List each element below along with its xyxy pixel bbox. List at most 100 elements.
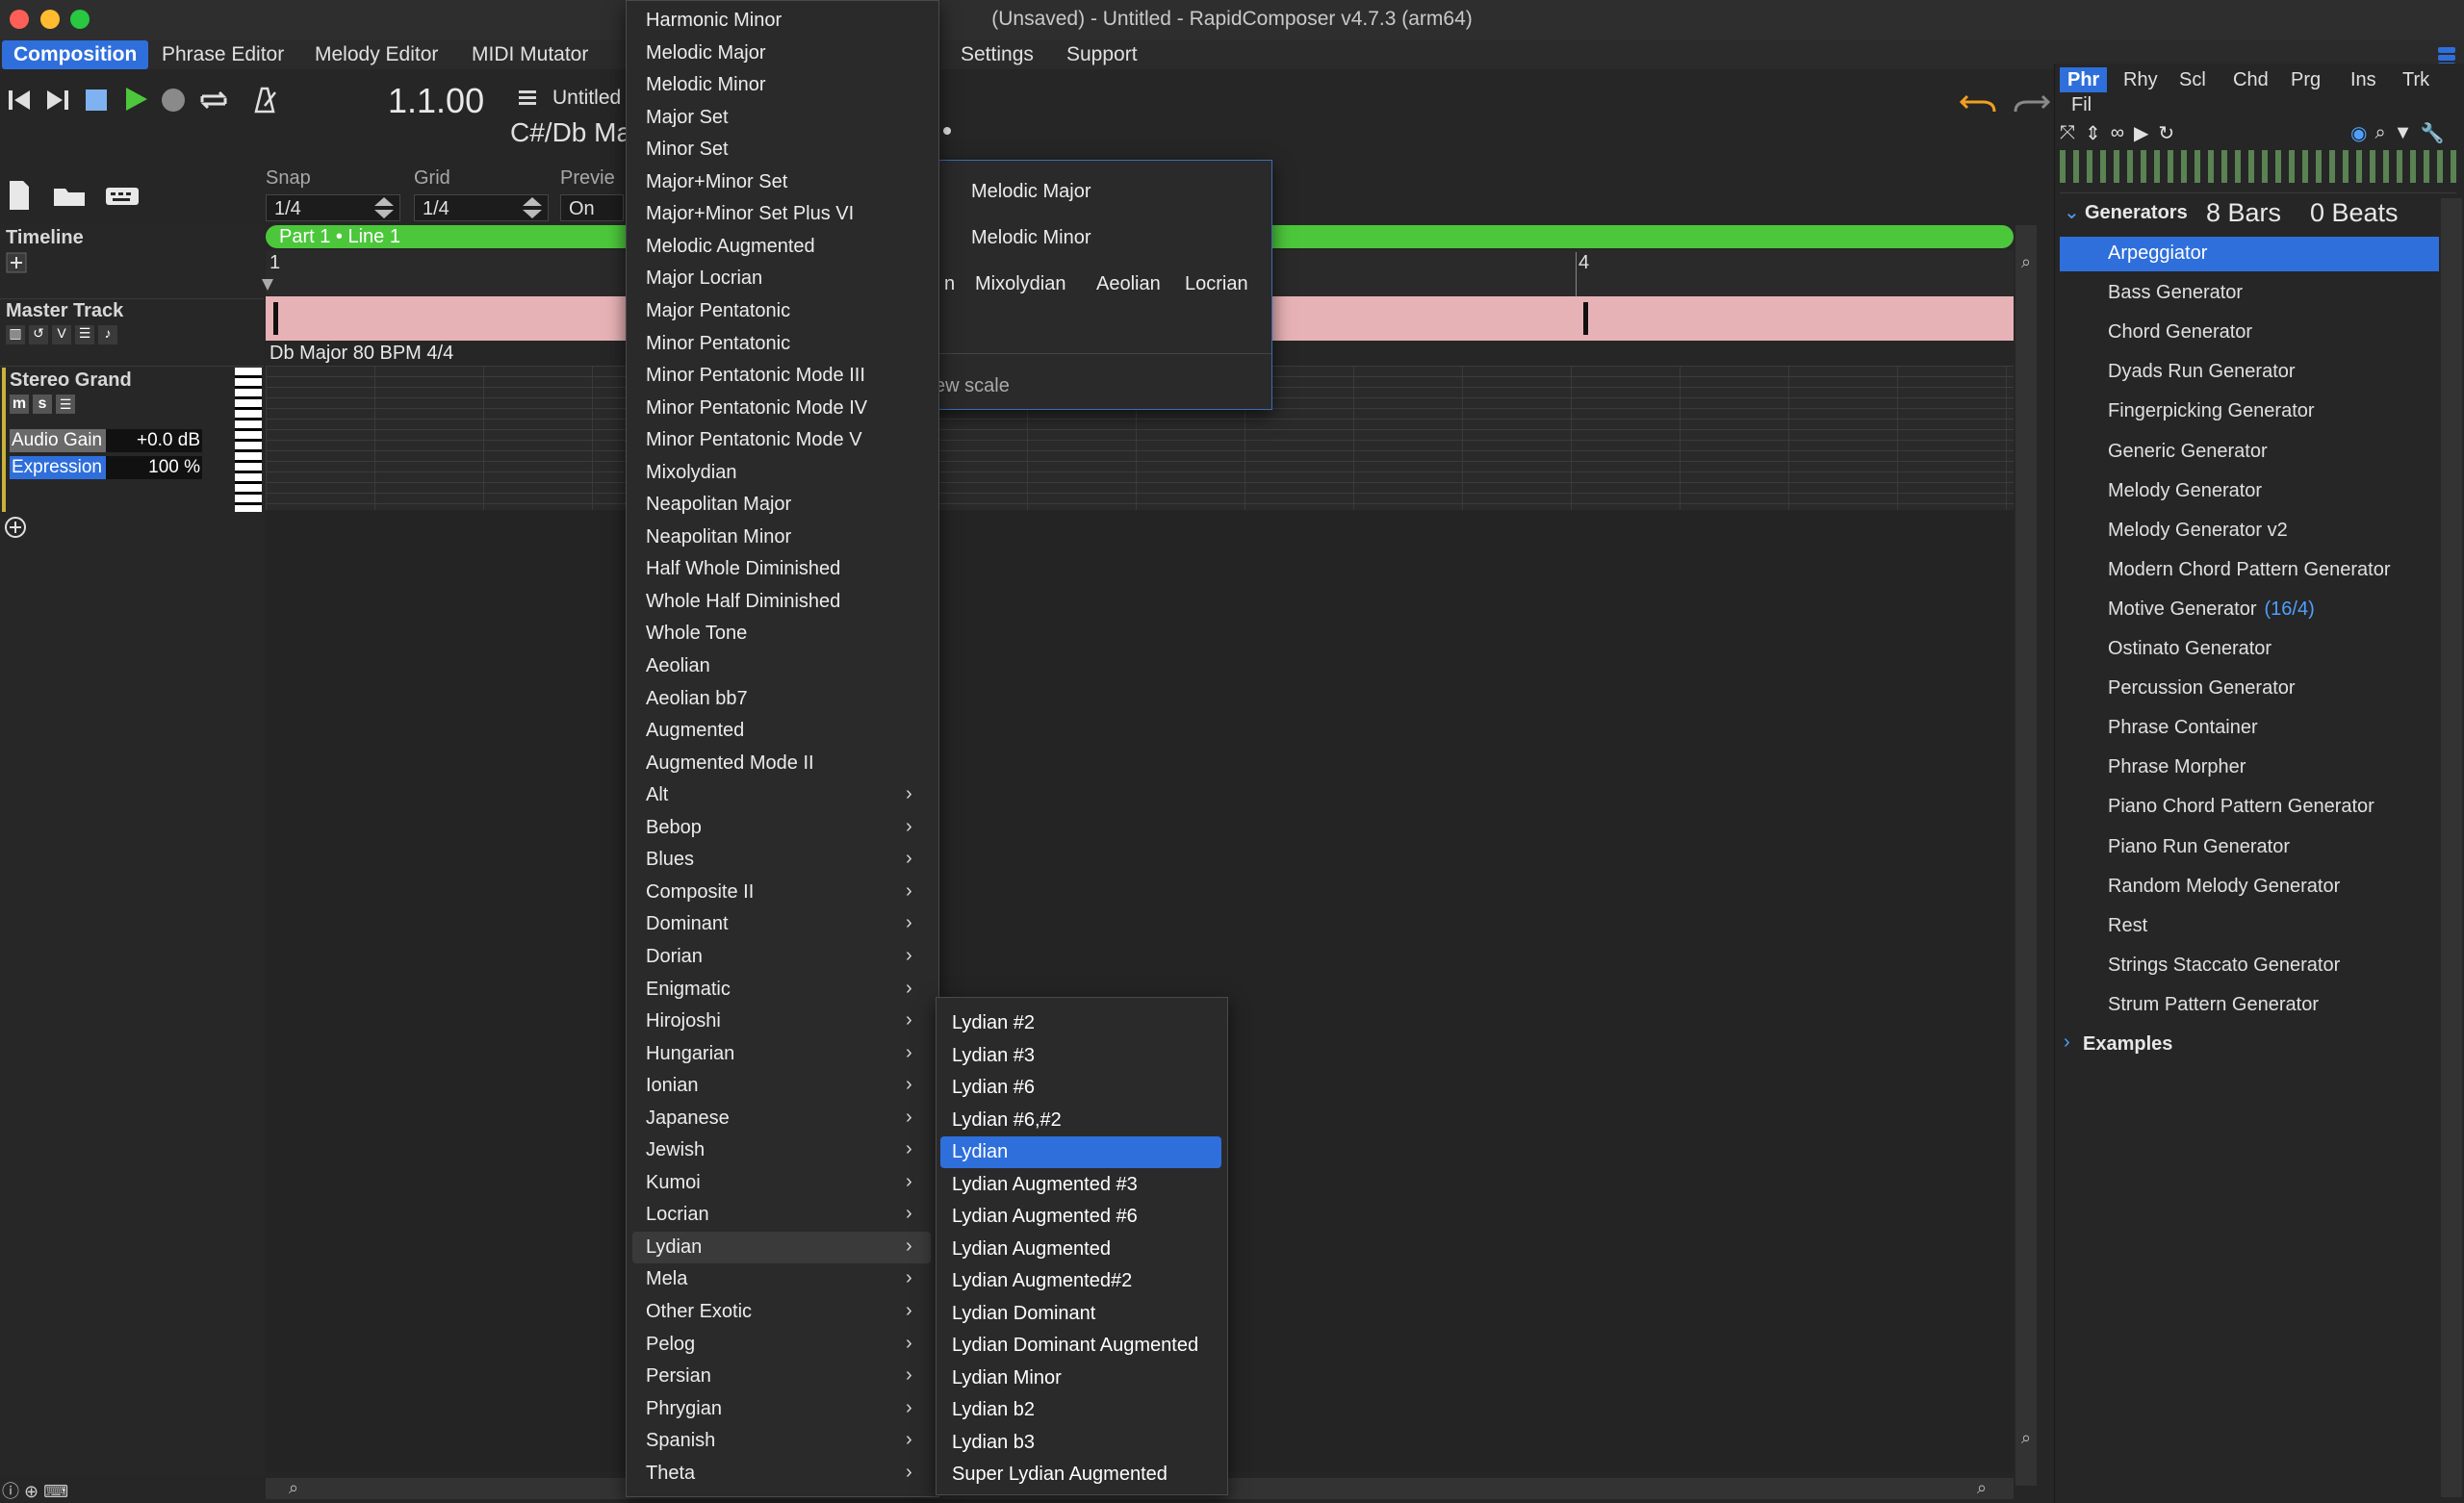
scale-menu-item-pelog[interactable]: Pelog	[646, 1329, 695, 1361]
expand-icon[interactable]: ⇕	[2085, 121, 2101, 145]
generators-label[interactable]: Generators	[2085, 202, 2188, 224]
scale-menu-item-melodic-major[interactable]: Melodic Major	[646, 38, 765, 69]
generator-generic-generator[interactable]: Generic Generator	[2108, 433, 2268, 470]
generator-piano-chord-pattern-generator[interactable]: Piano Chord Pattern Generator	[2108, 788, 2374, 825]
scale-menu-item-neapolitan-major[interactable]: Neapolitan Major	[646, 489, 791, 521]
scale-menu-item-whole-half-diminished[interactable]: Whole Half Diminished	[646, 586, 840, 618]
generator-arpeggiator[interactable]: Arpeggiator	[2108, 235, 2207, 271]
scale-menu-item-aeolian-bb7[interactable]: Aeolian bb7	[646, 683, 748, 715]
mode-aeolian[interactable]: Aeolian	[1096, 268, 1161, 300]
menu-settings[interactable]: Settings	[949, 40, 1045, 69]
zoom-out-vertical-icon[interactable]: ⌕	[2021, 1428, 2031, 1448]
menu-phrase-editor[interactable]: Phrase Editor	[150, 40, 295, 69]
vertical-scrollbar[interactable]	[2015, 225, 2037, 1486]
lydian-item-lydian-dominant-augmented[interactable]: Lydian Dominant Augmented	[952, 1330, 1198, 1362]
tab-chd[interactable]: Chd	[2225, 67, 2276, 92]
scale-menu-item-mixolydian[interactable]: Mixolydian	[646, 457, 736, 489]
scale-menu-item-half-whole-diminished[interactable]: Half Whole Diminished	[646, 553, 840, 585]
bars-icon[interactable]: ▥	[6, 325, 25, 344]
filter-icon[interactable]: ▼	[2394, 122, 2413, 144]
generator-piano-run-generator[interactable]: Piano Run Generator	[2108, 828, 2290, 865]
refresh-icon[interactable]: ↻	[2158, 121, 2174, 145]
scale-menu-item-melodic-augmented[interactable]: Melodic Augmented	[646, 231, 815, 263]
scale-menu-item-neapolitan-minor[interactable]: Neapolitan Minor	[646, 522, 791, 553]
generator-phrase-morpher[interactable]: Phrase Morpher	[2108, 749, 2246, 785]
tab-prg[interactable]: Prg	[2283, 67, 2328, 92]
play-preview-icon[interactable]: ▶	[2134, 121, 2148, 145]
audio-gain-slider[interactable]: Audio Gain +0.0 dB	[10, 429, 202, 452]
zoom-in-vertical-icon[interactable]: ⌕	[2021, 252, 2031, 272]
lydian-item-super-lydian-augmented[interactable]: Super Lydian Augmented	[952, 1459, 1168, 1490]
lydian-item-lydian-6[interactable]: Lydian #6	[952, 1072, 1035, 1104]
undo-icon[interactable]	[1960, 89, 1998, 114]
tab-scl[interactable]: Scl	[2171, 67, 2214, 92]
scale-menu-item-minor-pentatonic[interactable]: Minor Pentatonic	[646, 328, 790, 360]
generator-dyads-run-generator[interactable]: Dyads Run Generator	[2108, 353, 2296, 390]
zoom-in-horizontal-icon[interactable]: ⌕	[289, 1478, 298, 1498]
preview-select[interactable]: On	[560, 194, 624, 221]
scale-menu-item-whole-tone[interactable]: Whole Tone	[646, 618, 747, 650]
scale-menu-item-blues[interactable]: Blues	[646, 844, 694, 876]
scale-menu-item-major-minor-set[interactable]: Major+Minor Set	[646, 166, 787, 198]
tab-ins[interactable]: Ins	[2343, 67, 2384, 92]
mouse-icon[interactable]: ⊕	[24, 1482, 38, 1501]
scale-option-melodic-major[interactable]: Melodic Major	[971, 176, 1091, 208]
lydian-item-lydian-augmented-6[interactable]: Lydian Augmented #6	[952, 1201, 1138, 1233]
generator-melody-generator-v2[interactable]: Melody Generator v2	[2108, 512, 2288, 548]
mode-partial[interactable]: n	[944, 268, 955, 300]
loop-icon[interactable]	[196, 87, 231, 114]
lydian-item-lydian-minor[interactable]: Lydian Minor	[952, 1363, 1062, 1394]
scale-menu-item-bebop[interactable]: Bebop	[646, 812, 702, 844]
scale-menu-item-jewish[interactable]: Jewish	[646, 1134, 705, 1166]
collapse-icon[interactable]: ⤧	[2060, 122, 2075, 144]
rewind-to-start-icon[interactable]	[6, 87, 33, 114]
song-list-icon[interactable]	[516, 87, 539, 110]
lydian-item-lydian-b2[interactable]: Lydian b2	[952, 1394, 1035, 1426]
generator-modern-chord-pattern-generator[interactable]: Modern Chord Pattern Generator	[2108, 551, 2391, 588]
stop-icon[interactable]	[83, 87, 110, 114]
scale-menu-item-phrygian[interactable]: Phrygian	[646, 1393, 722, 1425]
grid-stepper-icon[interactable]	[520, 194, 545, 221]
scale-menu-item-minor-pentatonic-mode-iii[interactable]: Minor Pentatonic Mode III	[646, 360, 865, 392]
browser-scrollbar[interactable]	[2441, 198, 2462, 1497]
expression-slider[interactable]: Expression 100 %	[10, 456, 202, 479]
lydian-item-lydian-b3[interactable]: Lydian b3	[952, 1427, 1035, 1459]
scale-menu-item-persian[interactable]: Persian	[646, 1361, 711, 1392]
scale-menu-item-kumoi[interactable]: Kumoi	[646, 1167, 701, 1199]
add-track-icon[interactable]	[4, 516, 27, 539]
new-document-icon[interactable]	[6, 179, 33, 212]
skip-forward-icon[interactable]	[44, 87, 71, 114]
play-icon[interactable]	[121, 85, 150, 114]
track-name[interactable]: Stereo Grand	[10, 369, 132, 392]
v-icon[interactable]: V	[52, 325, 71, 344]
scale-menu-item-dominant[interactable]: Dominant	[646, 908, 729, 940]
lydian-item-lydian-dominant[interactable]: Lydian Dominant	[952, 1298, 1095, 1330]
tab-rhy[interactable]: Rhy	[2116, 67, 2166, 92]
lydian-item-lydian-augmented-3[interactable]: Lydian Augmented #3	[952, 1169, 1138, 1201]
scale-menu-item-harmonic-minor[interactable]: Harmonic Minor	[646, 5, 782, 37]
open-folder-icon[interactable]	[52, 185, 89, 208]
mode-locrian[interactable]: Locrian	[1185, 268, 1248, 300]
scale-menu-item-dorian[interactable]: Dorian	[646, 941, 703, 973]
scale-menu-item-aeolian[interactable]: Aeolian	[646, 650, 710, 682]
scale-menu-item-japanese[interactable]: Japanese	[646, 1103, 730, 1134]
scale-menu-item-composite-ii[interactable]: Composite II	[646, 877, 754, 908]
scale-menu-item-lydian[interactable]: Lydian	[646, 1232, 702, 1263]
generator-fingerpicking-generator[interactable]: Fingerpicking Generator	[2108, 393, 2315, 429]
song-key[interactable]: C#/Db Ma	[510, 117, 631, 148]
generator-random-melody-generator[interactable]: Random Melody Generator	[2108, 868, 2340, 904]
generator-phrase-container[interactable]: Phrase Container	[2108, 709, 2258, 746]
scale-menu-item-major-minor-set-plus-vi[interactable]: Major+Minor Set Plus VI	[646, 198, 854, 230]
lydian-item-lydian-2[interactable]: Lydian #2	[952, 1007, 1035, 1039]
scale-menu-item-minor-set[interactable]: Minor Set	[646, 134, 729, 166]
info-icon[interactable]: ⓘ	[2, 1482, 19, 1501]
mode-mixolydian[interactable]: Mixolydian	[975, 268, 1065, 300]
chevron-right-icon[interactable]: ›	[2064, 1032, 2070, 1054]
generator-motive-generator[interactable]: Motive Generator (16/4)	[2108, 591, 2315, 627]
generator-bass-generator[interactable]: Bass Generator	[2108, 274, 2243, 311]
list-icon[interactable]: ☰	[75, 325, 94, 344]
keyboard-small-icon[interactable]: ⌨	[43, 1482, 68, 1501]
keyboard-icon[interactable]	[104, 185, 141, 208]
eye-icon[interactable]: ◉	[2350, 121, 2367, 145]
metronome-icon[interactable]	[248, 85, 279, 115]
